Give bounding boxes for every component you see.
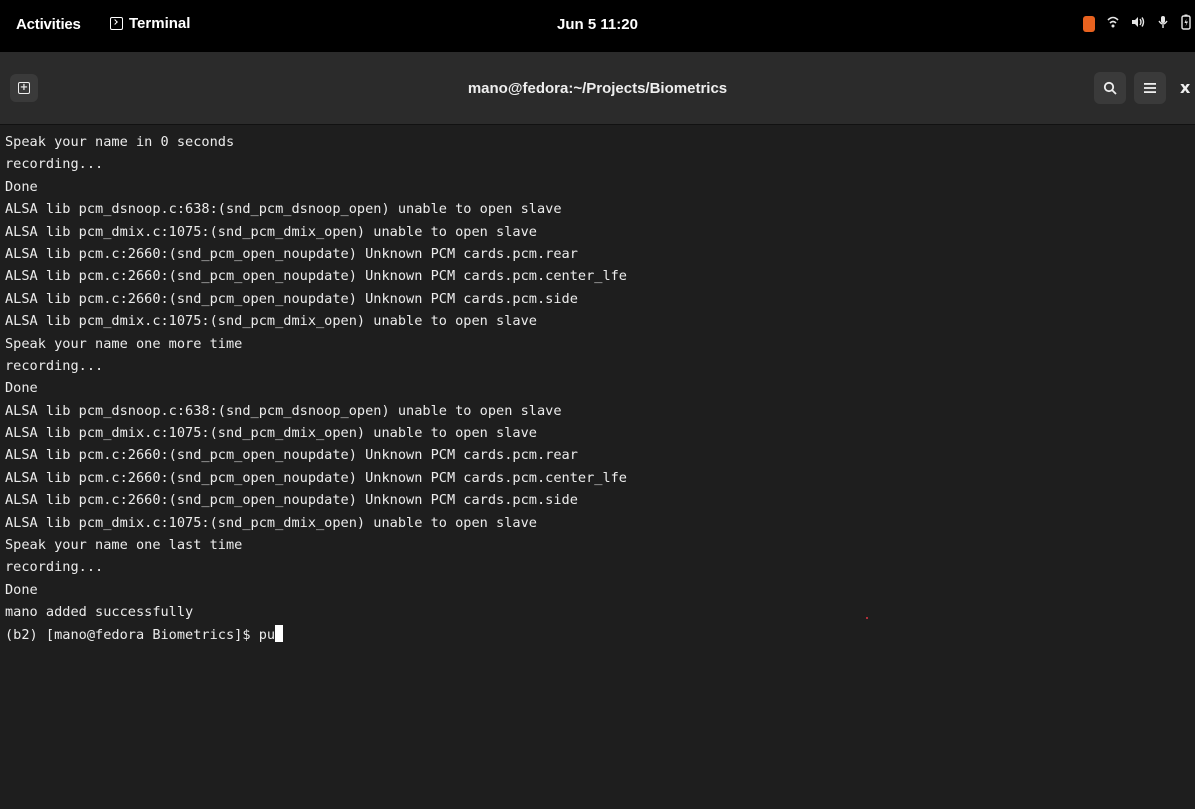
terminal-line: ALSA lib pcm.c:2660:(snd_pcm_open_noupda…: [5, 268, 627, 285]
terminal-line: ALSA lib pcm_dsnoop.c:638:(snd_pcm_dsnoo…: [5, 402, 562, 419]
system-tray[interactable]: [1083, 14, 1191, 34]
terminal-line: ALSA lib pcm_dsnoop.c:638:(snd_pcm_dsnoo…: [5, 201, 562, 218]
command-input[interactable]: pu: [259, 627, 275, 643]
terminal-line: Done: [5, 178, 38, 195]
terminal-line: ALSA lib pcm.c:2660:(snd_pcm_open_noupda…: [5, 492, 578, 509]
terminal-line: Speak your name one more time: [5, 335, 243, 352]
clock[interactable]: Jun 5 11:20: [0, 16, 1195, 33]
search-button[interactable]: [1094, 72, 1126, 104]
wifi-icon[interactable]: [1107, 15, 1119, 33]
terminal-line: ALSA lib pcm_dmix.c:1075:(snd_pcm_dmix_o…: [5, 223, 537, 240]
terminal-line: ALSA lib pcm.c:2660:(snd_pcm_open_noupda…: [5, 245, 578, 262]
menu-button[interactable]: [1134, 72, 1166, 104]
battery-icon[interactable]: [1181, 14, 1191, 34]
terminal-line: recording...: [5, 559, 104, 576]
artifact-dot: [866, 617, 868, 619]
terminal-line: recording...: [5, 357, 104, 374]
microphone-icon[interactable]: [1157, 15, 1169, 33]
close-button[interactable]: x: [1180, 78, 1190, 97]
top-bar: Activities Terminal Jun 5 11:20: [0, 0, 1195, 52]
terminal-output[interactable]: Speak your name in 0 seconds recording...…: [0, 125, 1195, 809]
terminal-line: Done: [5, 380, 38, 397]
terminal-line: ALSA lib pcm_dmix.c:1075:(snd_pcm_dmix_o…: [5, 425, 537, 442]
terminal-line: Speak your name in 0 seconds: [5, 134, 235, 150]
notification-indicator-icon[interactable]: [1083, 16, 1095, 32]
terminal-lines: Speak your name in 0 seconds recording...…: [5, 131, 1195, 624]
text-cursor: [275, 624, 284, 642]
terminal-line: ALSA lib pcm_dmix.c:1075:(snd_pcm_dmix_o…: [5, 514, 537, 531]
terminal-headerbar: + mano@fedora:~/Projects/Biometrics x: [0, 52, 1195, 125]
volume-icon[interactable]: [1131, 15, 1145, 33]
terminal-line: mano added successfully: [5, 604, 194, 621]
terminal-line: ALSA lib pcm.c:2660:(snd_pcm_open_noupda…: [5, 469, 627, 486]
shell-prompt: (b2) [mano@fedora Biometrics]$: [5, 626, 259, 643]
prompt-line[interactable]: (b2) [mano@fedora Biometrics]$ pu: [5, 624, 1195, 646]
terminal-line: ALSA lib pcm_dmix.c:1075:(snd_pcm_dmix_o…: [5, 313, 537, 330]
terminal-line: Speak your name one last time: [5, 537, 243, 554]
terminal-line: ALSA lib pcm.c:2660:(snd_pcm_open_noupda…: [5, 290, 578, 307]
terminal-line: Done: [5, 581, 38, 598]
terminal-line: recording...: [5, 156, 104, 173]
hamburger-menu-icon: [1144, 83, 1156, 93]
terminal-line: ALSA lib pcm.c:2660:(snd_pcm_open_noupda…: [5, 447, 578, 464]
window-title: mano@fedora:~/Projects/Biometrics: [467, 80, 728, 97]
search-icon: [1103, 81, 1117, 95]
